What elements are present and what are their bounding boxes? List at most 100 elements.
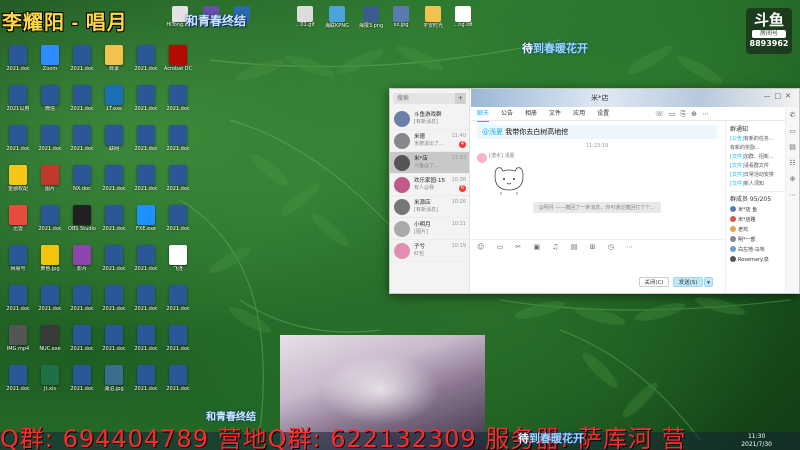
desktop-icon[interactable]: 2021.doc [130, 285, 162, 312]
desktop-icon[interactable]: 黄色.jpg [34, 245, 66, 272]
desktop-icon[interactable]: 2021.doc [130, 365, 162, 392]
avatar[interactable] [477, 153, 487, 163]
desktop-icon[interactable]: 2021.doc [162, 365, 194, 392]
desktop-icon[interactable]: 2021.doc [162, 125, 194, 152]
tab-item[interactable]: 应用 [573, 107, 585, 121]
chat-tabs: 聊天 公告 相册 文件 应用 设置 ☏▭⎘⊕⋯ [471, 107, 799, 122]
conversation-item[interactable]: 米德 米德退出了… 11:40 4 [390, 130, 469, 152]
tab-item[interactable]: 文件 [549, 107, 561, 121]
tab-item[interactable]: 设置 [597, 107, 609, 121]
desktop-icon[interactable]: NX.doc [66, 165, 98, 192]
file-icon [73, 45, 91, 65]
member-name: 米*店路 [738, 217, 756, 223]
search-input[interactable]: 搜索 + [393, 93, 466, 104]
conversation-item[interactable]: 小明月 [图片] 10:21 [390, 218, 469, 240]
desktop-icon[interactable]: 2021.doc [2, 45, 34, 72]
desktop-icon[interactable]: 2021.doc [130, 325, 162, 352]
desktop-icon[interactable]: 2021以用 [2, 85, 34, 112]
desktop-icon[interactable]: 2021.doc [66, 85, 98, 112]
desktop-icon[interactable]: 2021.doc [34, 125, 66, 152]
desktop-icon[interactable]: 金融权配 [2, 165, 34, 192]
desktop-icon[interactable]: 2021.doc [66, 325, 98, 352]
desktop-icons: 2021.doc 2021以用 2021.doc 金融权配 迅雷 网易号 2021.doc I… [0, 0, 195, 430]
desktop-icon-label: 金融权配 [7, 186, 28, 192]
conversation-item[interactable]: 欢乐家园-15 有人@我 10:38 6 [390, 174, 469, 196]
desktop-icon[interactable]: 目录 [98, 45, 130, 72]
desktop-icon[interactable]: 2021.doc [2, 285, 34, 312]
desktop-icon[interactable]: 2021.doc [98, 165, 130, 192]
tab-item[interactable]: 聊天 [477, 107, 490, 122]
window-controls[interactable]: —□✕ [764, 92, 795, 100]
conversation-item[interactable]: 米源店 [有新消息] 10:26 [390, 196, 469, 218]
file-icon [137, 205, 155, 225]
conversation-item[interactable]: 斗鱼游戏群 [有新消息] [390, 108, 469, 130]
desktop-icon[interactable]: 2021.doc [66, 45, 98, 72]
desktop-icon[interactable]: 微信 [34, 85, 66, 112]
conversation-item[interactable]: 子兮 红包 10:19 [390, 240, 469, 262]
chat-window[interactable]: 搜索 + 斗鱼游戏群 [有新消息] 米德 米德退出了… 11:40 4 米*店 斗鱼@了… 11… [389, 88, 800, 294]
desktop-icon[interactable]: 2021.doc [98, 325, 130, 352]
desktop-icon[interactable]: 2021.doc [130, 125, 162, 152]
desktop-icon[interactable]: 2021.doc [2, 365, 34, 392]
send-button[interactable]: 发送(S) [673, 277, 703, 287]
avatar [730, 246, 736, 252]
send-options-button[interactable]: ▾ [704, 277, 713, 287]
conversation-item[interactable]: 米*店 斗鱼@了… 11:23 [390, 152, 469, 174]
desktop-icon[interactable]: 2021.doc [98, 285, 130, 312]
header-tools[interactable]: ☏▭⎘⊕⋯ [655, 110, 714, 119]
desktop-icon[interactable]: 2021.doc [162, 325, 194, 352]
desktop-icon[interactable]: 2021.doc [66, 365, 98, 392]
desktop-top-icon[interactable]: …ng.ldt [448, 6, 478, 28]
desktop-icon[interactable]: 图片 [34, 165, 66, 192]
desktop-icon[interactable]: 2021.doc [98, 205, 130, 232]
desktop-icon[interactable]: 2021.doc [130, 45, 162, 72]
conversation-preview: [有新消息] [414, 207, 438, 213]
desktop-icon[interactable]: 2021.doc [162, 205, 194, 232]
desktop-top-icon[interactable]: 海报3.png [356, 6, 386, 29]
desktop-icon[interactable]: 飞连 [162, 245, 194, 272]
desktop-icon[interactable]: 网易号 [2, 245, 34, 272]
tab-item[interactable]: 相册 [525, 107, 537, 121]
message-input[interactable] [471, 253, 723, 275]
desktop-icon[interactable]: 联网 [98, 125, 130, 152]
desktop-top-icon[interactable]: 海联KPNG [322, 6, 352, 29]
desktop-top-icon[interactable]: 平安时光 [418, 6, 448, 29]
desktop-icon[interactable]: 2021.doc [130, 165, 162, 192]
desktop-icon[interactable]: NUC.exe [34, 325, 66, 352]
desktop-icon[interactable]: 2021.doc [162, 285, 194, 312]
desktop-icon[interactable]: Zoom [34, 45, 66, 72]
input-toolbar[interactable]: ☺ ▭ ✂ ▣ ♫ ▤ ⊞ ◷ ⋯ [471, 239, 723, 253]
desktop-icon[interactable]: 2021.doc [34, 205, 66, 232]
desktop-icon[interactable]: OBS Studio [66, 205, 98, 232]
pinned-message[interactable]: @浅夏 我带你去白树高地挖 [477, 125, 717, 139]
file-icon [105, 365, 123, 385]
desktop-icon[interactable]: IMG.mp4 [2, 325, 34, 352]
file-icon [41, 125, 59, 145]
desktop-icon[interactable]: Jt.xls [34, 365, 66, 392]
desktop-icon[interactable]: 2021.doc [130, 85, 162, 112]
file-icon [105, 325, 123, 345]
add-button[interactable]: + [455, 93, 466, 104]
song-lyric-right-prefix: 待 [522, 42, 533, 55]
desktop-icon[interactable]: 湖泊.jpg [98, 365, 130, 392]
desktop-icon[interactable]: 2021.doc [98, 245, 130, 272]
desktop-icon[interactable]: 2021.doc [34, 285, 66, 312]
desktop-icon[interactable]: FXE.exe [130, 205, 162, 232]
desktop-icon-label: 2021.doc [6, 306, 30, 312]
tab-item[interactable]: 公告 [501, 107, 513, 121]
desktop-icon[interactable]: 2021.doc [130, 245, 162, 272]
desktop-icon[interactable]: 2021.doc [66, 125, 98, 152]
side-tools[interactable]: ✆ ▭ ▤ ☷ ⊕ ⋯ [785, 107, 799, 293]
desktop-icon[interactable]: Acrobat DC [162, 45, 194, 72]
desktop-icon[interactable]: 迅雷 [2, 205, 34, 232]
close-button[interactable]: 关闭(C) [639, 277, 669, 287]
desktop-icon[interactable]: 2021.doc [162, 165, 194, 192]
desktop-icon[interactable]: 2021.doc [162, 85, 194, 112]
desktop-icon[interactable]: 影片 [66, 245, 98, 272]
desktop-top-icon[interactable]: xz.jpg [386, 6, 416, 28]
desktop-icon[interactable]: 2021.doc [2, 125, 34, 152]
desktop-icon[interactable]: 1T.exe [98, 85, 130, 112]
avatar [394, 221, 410, 237]
desktop-top-icon[interactable]: …01.gif [290, 6, 320, 28]
desktop-icon[interactable]: 2021.doc [66, 285, 98, 312]
